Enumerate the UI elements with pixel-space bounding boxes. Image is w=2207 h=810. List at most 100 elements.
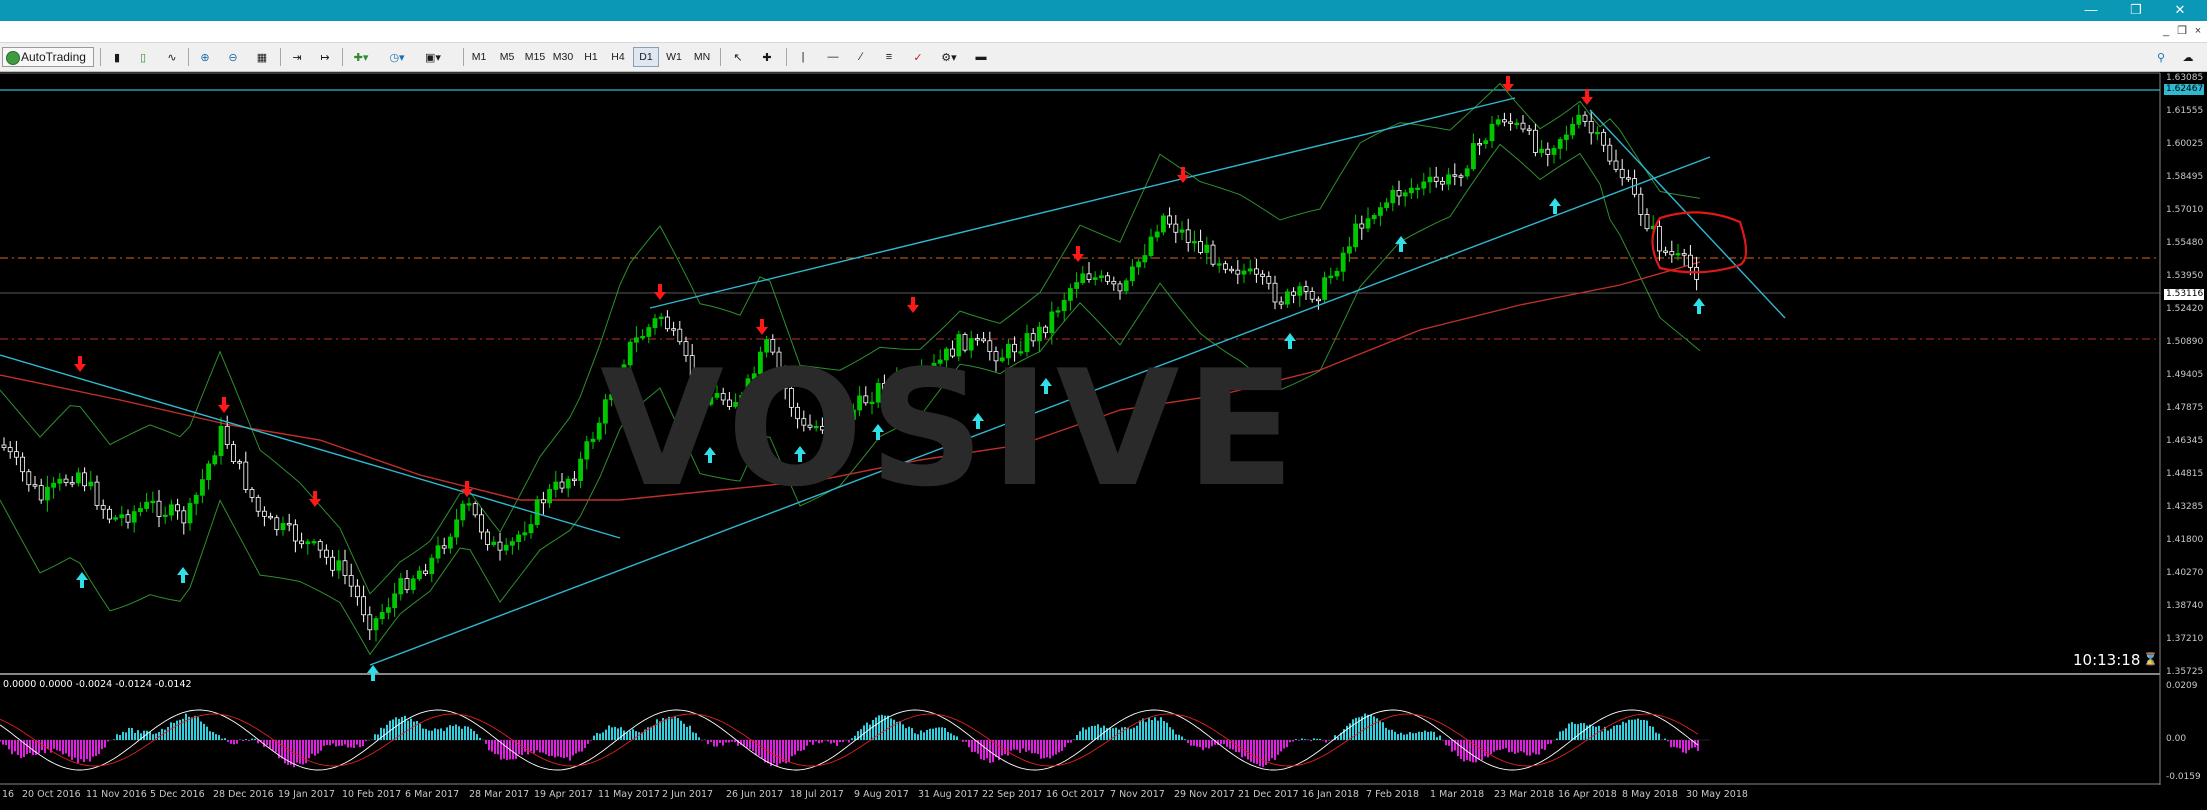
- candle-body: [590, 438, 596, 443]
- candle-body: [1495, 119, 1501, 125]
- candle-body: [168, 504, 174, 516]
- candle-body: [398, 578, 404, 595]
- price-tick-label: 1.44815: [2166, 469, 2204, 479]
- candle-body: [1595, 131, 1600, 135]
- indicator-tick-label: 0.0209: [2166, 681, 2198, 691]
- price-tick-label: 1.60025: [2166, 139, 2204, 149]
- fractal-down-arrow: [907, 297, 919, 313]
- price-tick-label: 1.50890: [2166, 337, 2204, 347]
- candle-body: [311, 541, 317, 544]
- candle-body: [1161, 215, 1166, 233]
- candle-body: [1433, 176, 1439, 182]
- candle-body: [1229, 268, 1234, 272]
- candle-body: [1185, 229, 1191, 243]
- candle-body: [1607, 144, 1613, 162]
- candle-body: [342, 560, 348, 576]
- candle-body: [516, 534, 521, 543]
- fractal-up-arrow: [177, 567, 189, 583]
- date-tick-label: 16: [2, 789, 15, 800]
- date-tick-label: 28 Mar 2017: [469, 789, 530, 800]
- date-tick-label: 23 Mar 2018: [1494, 789, 1555, 800]
- candle-body: [1371, 215, 1377, 220]
- candle-body: [1626, 177, 1631, 180]
- candle-body: [1681, 253, 1687, 256]
- candle-body: [131, 511, 137, 523]
- price-highlight-upper: 1.62467: [2164, 84, 2204, 95]
- candle-body: [1198, 241, 1203, 253]
- price-tick-label: 1.52420: [2166, 304, 2204, 314]
- candle-body: [1644, 214, 1650, 230]
- candle-body: [32, 484, 38, 487]
- candle-body: [553, 481, 559, 490]
- date-tick-label: 11 May 2017: [598, 789, 660, 800]
- candle-body: [249, 489, 255, 498]
- candle-body: [1099, 275, 1104, 279]
- candle-body: [658, 316, 664, 319]
- candle-body: [1570, 123, 1575, 136]
- candle-body: [1216, 263, 1222, 266]
- date-tick-label: 8 May 2018: [1622, 789, 1678, 800]
- candle-body: [305, 541, 311, 545]
- candle-body: [584, 441, 590, 460]
- fractal-down-arrow: [654, 284, 666, 300]
- candle-body: [88, 481, 94, 487]
- candle-body: [1669, 251, 1675, 256]
- candle-body: [13, 451, 19, 458]
- candle-body: [162, 514, 168, 518]
- candle-body: [330, 556, 336, 571]
- candle-body: [7, 447, 13, 453]
- candle-body: [1378, 207, 1383, 216]
- candle-body: [45, 486, 50, 501]
- candle-body: [1452, 174, 1458, 177]
- candle-body: [261, 510, 267, 517]
- candle-body: [175, 504, 181, 512]
- candle-body: [1440, 181, 1445, 185]
- candle-body: [1210, 244, 1216, 265]
- candle-body: [528, 524, 534, 534]
- hourglass-icon: ⌛: [2143, 652, 2158, 666]
- candle-body: [1241, 270, 1247, 275]
- candle-body: [1613, 160, 1619, 170]
- date-tick-label: 30 May 2018: [1686, 789, 1748, 800]
- candle-body: [1235, 269, 1241, 275]
- date-tick-label: 2 Jun 2017: [662, 789, 714, 800]
- date-tick-label: 16 Oct 2017: [1046, 789, 1105, 800]
- candle-body: [435, 545, 441, 559]
- candle-body: [1396, 190, 1402, 197]
- candle-body: [1539, 148, 1544, 153]
- candle-body: [26, 471, 32, 486]
- date-tick-label: 18 Jul 2017: [790, 789, 844, 800]
- fractal-down-arrow: [1581, 89, 1593, 105]
- candle-body: [317, 541, 323, 551]
- candle-body: [125, 514, 131, 523]
- candle-body: [478, 514, 484, 533]
- fractal-up-arrow: [367, 665, 379, 681]
- candle-body: [503, 544, 509, 551]
- candle-body: [1464, 168, 1470, 177]
- date-tick-label: 28 Dec 2016: [213, 789, 274, 800]
- price-tick-label: 1.37210: [2166, 634, 2204, 644]
- candle-body: [373, 618, 379, 631]
- candle-body: [522, 532, 528, 536]
- candle-body: [336, 560, 342, 571]
- candle-body: [1130, 266, 1135, 282]
- candle-body: [1049, 311, 1055, 334]
- candle-body: [1675, 253, 1681, 256]
- candle-body: [218, 425, 224, 457]
- candle-body: [137, 508, 143, 512]
- candle-body: [1551, 148, 1557, 155]
- candle-body: [299, 540, 305, 545]
- candle-body: [1117, 283, 1123, 292]
- candle-body: [559, 481, 565, 489]
- candle-body: [274, 517, 280, 531]
- candle-body: [1340, 252, 1346, 272]
- candle-body: [94, 481, 100, 506]
- date-tick-label: 19 Apr 2017: [534, 789, 593, 800]
- candle-body: [1402, 192, 1408, 197]
- candle-body: [1309, 291, 1315, 300]
- candle-body: [1154, 231, 1160, 238]
- date-tick-label: 1 Mar 2018: [1430, 789, 1485, 800]
- candle-body: [541, 499, 546, 504]
- candle-body: [1520, 122, 1526, 130]
- candle-body: [485, 531, 491, 545]
